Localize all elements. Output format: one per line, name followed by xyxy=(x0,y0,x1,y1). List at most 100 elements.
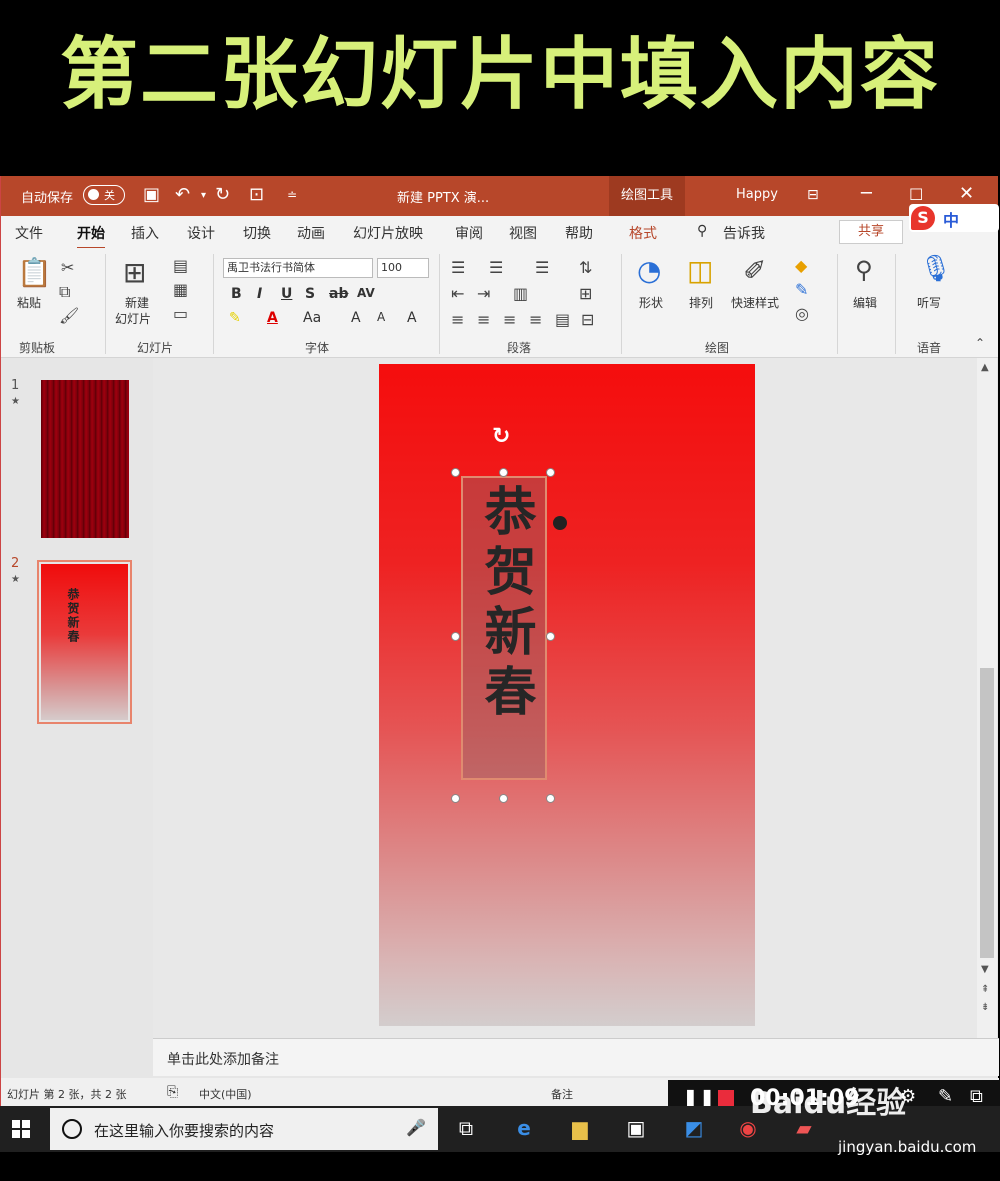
numbering-icon[interactable]: ☰ xyxy=(489,258,503,277)
align-text-icon[interactable]: ⊞ xyxy=(579,284,592,303)
cortana-icon[interactable] xyxy=(62,1119,82,1139)
reset-icon[interactable]: ▦ xyxy=(173,280,188,299)
undo-dropdown-icon[interactable]: ▾ xyxy=(201,190,206,201)
file-explorer-icon[interactable]: ▆ xyxy=(566,1114,594,1142)
ime-toolbar[interactable]: S 中 xyxy=(909,204,999,232)
font-color-icon[interactable]: A xyxy=(267,310,278,326)
present-icon[interactable]: ⊡ xyxy=(249,184,264,205)
close-icon[interactable]: ✕ xyxy=(959,183,974,204)
save-icon[interactable]: ▣ xyxy=(143,184,160,205)
editing-label[interactable]: 编辑 xyxy=(853,294,877,311)
tab-design[interactable]: 设计 xyxy=(187,223,215,243)
microphone-icon[interactable]: 🎙 xyxy=(919,254,952,284)
taskbar-search[interactable]: 在这里输入你要搜索的内容 🎤 xyxy=(50,1108,438,1150)
textbox-text[interactable]: 恭贺新春 xyxy=(473,484,537,724)
tell-me-box[interactable]: 告诉我 xyxy=(723,223,765,243)
scrollbar-thumb[interactable] xyxy=(980,668,994,958)
tab-slideshow[interactable]: 幻灯片放映 xyxy=(353,223,423,243)
smartart-icon[interactable]: ⊟ xyxy=(581,310,594,329)
text-direction-icon[interactable]: ⇅ xyxy=(579,258,592,277)
align-center-icon[interactable]: ≡ xyxy=(477,310,490,329)
section-icon[interactable]: ▭ xyxy=(173,304,188,323)
shadow-icon[interactable]: S xyxy=(305,286,315,302)
store-icon[interactable]: ▣ xyxy=(622,1114,650,1142)
vertical-textbox[interactable]: 恭贺新春 xyxy=(461,476,547,780)
shapes-icon[interactable]: ◔ xyxy=(637,254,661,287)
task-view-icon[interactable]: ⧉ xyxy=(452,1114,480,1142)
resize-handle[interactable] xyxy=(451,468,460,477)
resize-handle[interactable] xyxy=(546,468,555,477)
paste-label[interactable]: 粘贴 xyxy=(17,294,41,311)
shape-fill-icon[interactable]: ◆ xyxy=(795,256,807,275)
notes-placeholder[interactable]: 单击此处添加备注 xyxy=(167,1049,279,1069)
font-size-select[interactable]: 100 xyxy=(377,258,429,278)
search-placeholder[interactable]: 在这里输入你要搜索的内容 xyxy=(94,1120,274,1141)
autosave-toggle[interactable]: 关 xyxy=(83,185,125,205)
tab-animations[interactable]: 动画 xyxy=(297,223,325,243)
mic-icon[interactable]: 🎤 xyxy=(406,1118,426,1137)
edge-icon[interactable]: e xyxy=(510,1114,538,1142)
resize-handle[interactable] xyxy=(499,468,508,477)
scroll-down-icon[interactable]: ▼ xyxy=(981,964,989,975)
shape-effects-icon[interactable]: ◎ xyxy=(795,304,809,323)
bold-icon[interactable]: B xyxy=(231,286,242,302)
increase-indent-icon[interactable]: ⇥ xyxy=(477,284,490,303)
notes-button[interactable]: 备注 xyxy=(551,1086,573,1102)
tab-insert[interactable]: 插入 xyxy=(131,223,159,243)
decrease-indent-icon[interactable]: ⇤ xyxy=(451,284,464,303)
find-icon[interactable]: ⚲ xyxy=(855,256,873,284)
prev-slide-icon[interactable]: ⇞ xyxy=(981,984,989,995)
highlight-icon[interactable]: ✎ xyxy=(229,310,241,326)
line-spacing-icon[interactable]: ☰ xyxy=(535,258,549,277)
bullets-icon[interactable]: ☰ xyxy=(451,258,465,277)
shapes-label[interactable]: 形状 xyxy=(639,294,663,311)
resize-handle[interactable] xyxy=(451,794,460,803)
customize-qat-icon[interactable]: ≐ xyxy=(287,188,297,202)
notes-pane[interactable]: 单击此处添加备注 xyxy=(153,1038,999,1076)
underline-icon[interactable]: U xyxy=(281,286,292,302)
new-slide-icon[interactable]: ⊞ xyxy=(123,256,146,289)
language[interactable]: 中文(中国) xyxy=(199,1086,252,1102)
undo-icon[interactable]: ↶ xyxy=(175,184,190,205)
stop-icon[interactable] xyxy=(718,1090,734,1106)
redo-icon[interactable]: ↻ xyxy=(215,184,230,205)
strikethrough-icon[interactable]: ab xyxy=(329,286,348,302)
resize-handle[interactable] xyxy=(546,632,555,641)
scroll-up-icon[interactable]: ▲ xyxy=(981,362,989,373)
minimize-icon[interactable]: ─ xyxy=(861,183,872,204)
ribbon-display-icon[interactable]: ⊟ xyxy=(807,187,819,203)
font-name-select[interactable]: 禹卫书法行书简体 xyxy=(223,258,373,278)
rotate-handle-icon[interactable]: ↻ xyxy=(492,424,510,449)
paste-icon[interactable]: 📋 xyxy=(17,256,52,289)
change-case-icon[interactable]: Aa xyxy=(303,310,321,326)
new-slide-label[interactable]: 新建 xyxy=(125,294,149,311)
tab-view[interactable]: 视图 xyxy=(509,223,537,243)
quick-styles-label[interactable]: 快速样式 xyxy=(731,294,779,311)
distribute-icon[interactable]: ▤ xyxy=(555,310,570,329)
tab-review[interactable]: 审阅 xyxy=(455,223,483,243)
next-slide-icon[interactable]: ⇟ xyxy=(981,1002,989,1013)
char-spacing-icon[interactable]: AV xyxy=(357,286,375,300)
tab-help[interactable]: 帮助 xyxy=(565,223,593,243)
ime-mode[interactable]: 中 xyxy=(943,207,959,231)
new-slide-label-2[interactable]: 幻灯片 xyxy=(115,310,151,327)
cut-icon[interactable]: ✂ xyxy=(61,258,74,277)
slide-2[interactable]: ↻ 恭贺新春 xyxy=(379,364,755,1026)
pen-icon[interactable]: ✎ xyxy=(938,1086,953,1107)
tab-file[interactable]: 文件 xyxy=(15,223,43,243)
shape-outline-icon[interactable]: ✎ xyxy=(795,280,808,299)
resize-handle[interactable] xyxy=(546,794,555,803)
share-button[interactable]: 共享 xyxy=(839,220,903,244)
window-icon[interactable]: ⧉ xyxy=(970,1086,983,1107)
collapse-ribbon-icon[interactable]: ⌃ xyxy=(975,336,985,350)
tab-transitions[interactable]: 切换 xyxy=(243,223,271,243)
spellcheck-icon[interactable]: ⎘ xyxy=(167,1084,178,1100)
user-name[interactable]: Happy xyxy=(736,187,778,202)
copy-icon[interactable]: ⧉ xyxy=(59,282,70,302)
resize-handle[interactable] xyxy=(499,794,508,803)
resize-handle[interactable] xyxy=(451,632,460,641)
layout-icon[interactable]: ▤ xyxy=(173,256,188,275)
grow-font-icon[interactable]: A xyxy=(351,310,361,326)
arrange-icon[interactable]: ◫ xyxy=(687,254,713,287)
slide-thumbnail-2[interactable]: 恭贺新春 xyxy=(37,560,132,724)
